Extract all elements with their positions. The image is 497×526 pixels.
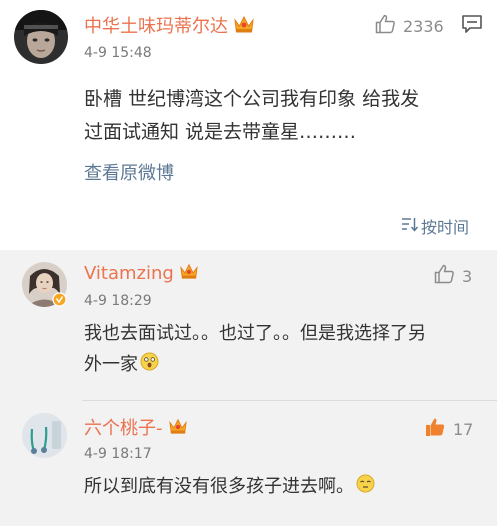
verified-badge-icon (52, 292, 67, 311)
reply-like-button[interactable]: 3 (434, 264, 472, 288)
reply-text-line: 所以到底有没有很多孩子进去啊。 (84, 471, 489, 503)
reply-like-button-liked[interactable]: 17 (425, 417, 473, 441)
sort-by-time-button[interactable]: 按时间 (401, 214, 469, 238)
crown-vip-icon (179, 263, 199, 285)
reply-time: 4-9 18:29 (84, 293, 152, 309)
main-comment: 中华土味玛蒂尔达 4-9 15:48 2336 卧槽 世纪博湾这个公司我有印象 … (0, 0, 497, 250)
replies-section: Vitamzing 4-9 18:29 3 我也去面试过。。也过了。。但是我选择… (0, 250, 497, 526)
comment-icon[interactable] (461, 14, 483, 38)
sort-icon (401, 216, 419, 236)
main-comment-text-line: 卧槽 世纪博湾这个公司我有印象 给我发 (84, 88, 420, 110)
reply-like-count: 3 (462, 266, 473, 286)
reply-text: 所以到底有没有很多孩子进去啊。 (84, 471, 489, 503)
reply-text: 我也去面试过。。也过了。。但是我选择了另 外一家 (84, 318, 489, 381)
reply-text-line-content: 所以到底有没有很多孩子进去啊。 (84, 476, 354, 497)
reply-like-count: 17 (453, 419, 474, 439)
surprised-emoji-icon (140, 350, 159, 381)
reply-divider (82, 400, 497, 401)
main-comment-avatar[interactable] (14, 10, 68, 64)
reply-time: 4-9 18:17 (84, 446, 152, 462)
reply-username-text: 六个桃子- (84, 418, 163, 439)
sort-label: 按时间 (421, 218, 470, 237)
reply-text-line-content: 外一家 (84, 354, 138, 375)
main-comment-time: 4-9 15:48 (84, 45, 152, 61)
thumbs-up-icon (375, 14, 396, 38)
main-comment-like-button[interactable]: 2336 (375, 14, 444, 38)
main-comment-like-count: 2336 (403, 16, 444, 36)
neutral-emoji-icon (356, 472, 375, 503)
reply-username[interactable]: Vitamzing (84, 263, 199, 285)
thumbs-up-icon (425, 417, 446, 441)
crown-vip-icon (233, 15, 255, 39)
main-comment-username[interactable]: 中华土味玛蒂尔达 (84, 12, 255, 39)
reply-text-line: 我也去面试过。。也过了。。但是我选择了另 (84, 323, 426, 344)
reply-text-line: 外一家 (84, 349, 489, 381)
view-original-link[interactable]: 查看原微博 (84, 159, 174, 185)
reply-username[interactable]: 六个桃子- (84, 414, 188, 440)
crown-vip-icon (168, 418, 188, 440)
main-comment-text-line: 过面试通知 说是去带童星……… (84, 121, 357, 143)
main-comment-text: 卧槽 世纪博湾这个公司我有印象 给我发 过面试通知 说是去带童星……… (84, 83, 489, 149)
reply-avatar[interactable] (22, 413, 67, 458)
main-comment-username-text: 中华土味玛蒂尔达 (84, 16, 228, 37)
reply-username-text: Vitamzing (84, 263, 174, 284)
thumbs-up-icon (434, 264, 455, 288)
